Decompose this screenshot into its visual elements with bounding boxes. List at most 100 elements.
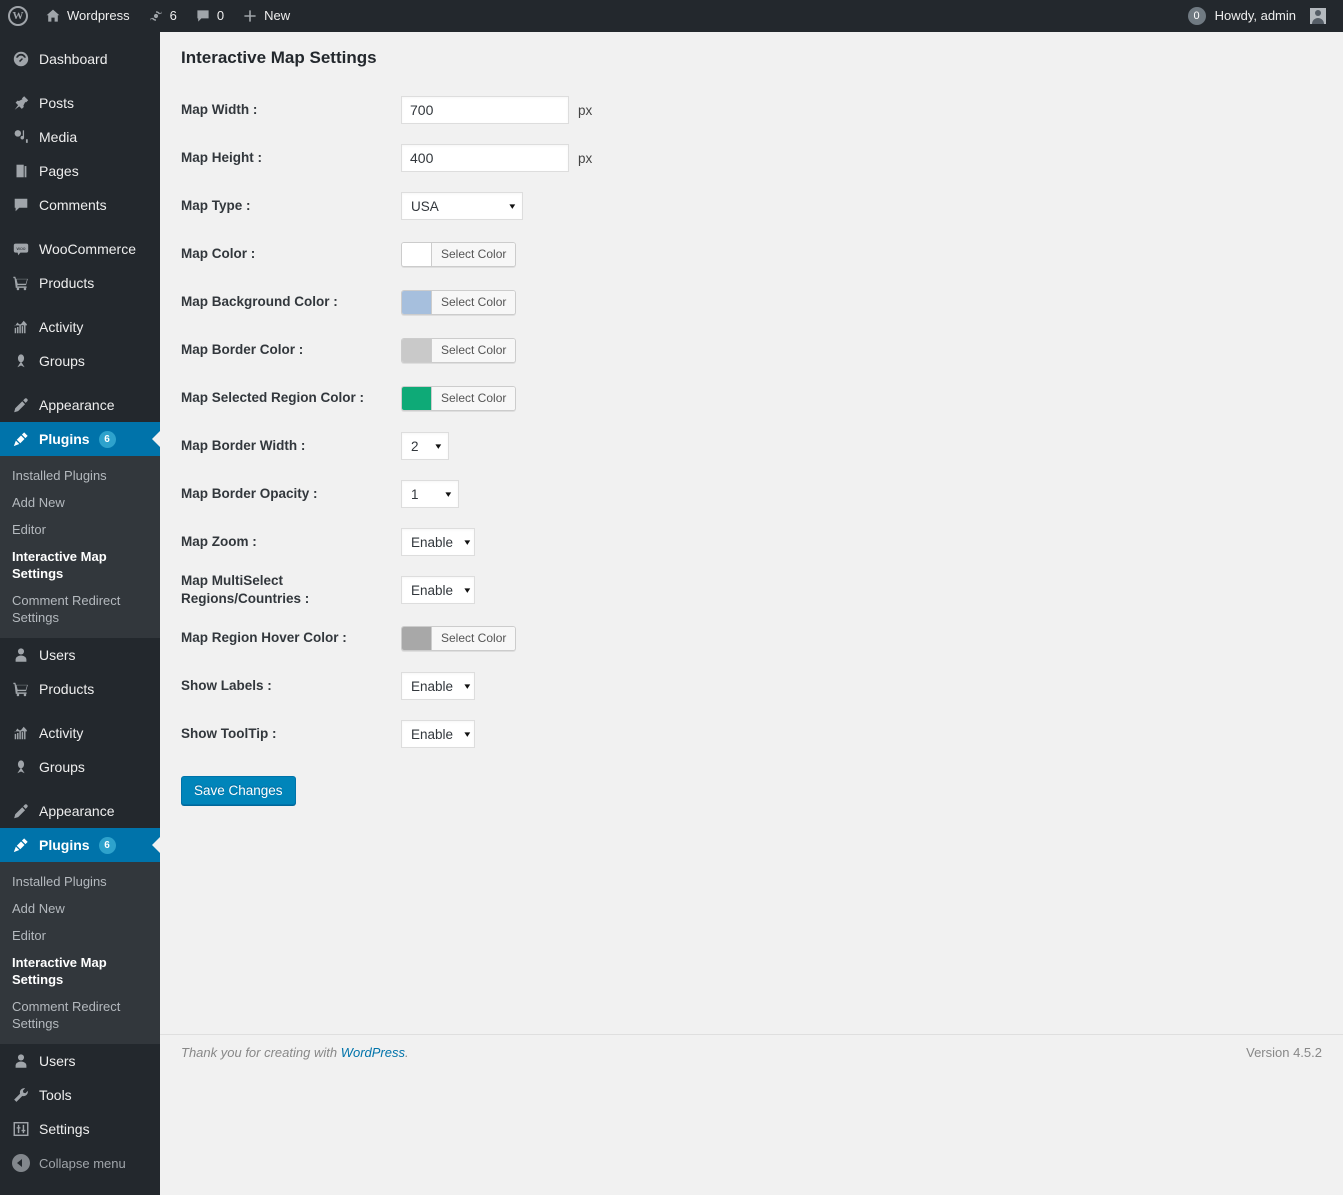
label-map-selected-region-color: Map Selected Region Color : [181, 390, 365, 405]
form-row-map-selected-region-color: Map Selected Region Color : Select Color [181, 374, 1343, 422]
map-multiselect-select[interactable]: Enable ▾ [401, 576, 475, 604]
sidebar-item-activity-2[interactable]: Activity [0, 716, 160, 750]
sidebar-item-label: Pages [39, 163, 79, 179]
sidebar-item-groups-2[interactable]: Groups [0, 750, 160, 784]
map-width-input[interactable] [401, 96, 569, 124]
save-changes-button[interactable]: Save Changes [181, 776, 296, 805]
map-color-picker[interactable]: Select Color [401, 241, 517, 267]
groups-icon [17, 760, 25, 774]
sidebar-item-plugins[interactable]: Plugins 6 [0, 422, 160, 456]
submenu-item-interactive-map-settings-2[interactable]: Interactive Map Settings [0, 949, 160, 993]
menu-separator [0, 76, 160, 86]
sidebar-item-pages[interactable]: Pages [0, 154, 160, 188]
map-zoom-select[interactable]: Enable ▾ [401, 528, 475, 556]
notification-count-badge[interactable]: 0 [1187, 7, 1206, 25]
sidebar-item-woocommerce[interactable]: woo WooCommerce [0, 232, 160, 266]
submenu-item-interactive-map-settings[interactable]: Interactive Map Settings [0, 543, 160, 587]
map-border-color-swatch [402, 338, 432, 362]
form-row-map-region-hover-color: Map Region Hover Color : Select Color [181, 614, 1343, 662]
sidebar-item-posts[interactable]: Posts [0, 86, 160, 120]
sidebar-item-media[interactable]: Media [0, 120, 160, 154]
map-region-hover-color-swatch [402, 626, 432, 650]
sidebar-item-label: Activity [39, 725, 84, 741]
sidebar-item-plugins-2[interactable]: Plugins 6 [0, 828, 160, 862]
label-map-zoom: Map Zoom : [181, 534, 257, 549]
collapse-arrow-icon [12, 1154, 30, 1172]
plug-icon [13, 838, 28, 853]
new-content-button[interactable]: New [233, 0, 299, 32]
form-row-show-labels: Show Labels : Enable ▾ [181, 662, 1343, 710]
map-region-hover-color-picker[interactable]: Select Color [401, 625, 517, 651]
sidebar-item-label: Appearance [39, 397, 115, 413]
sidebar-item-products[interactable]: Products [0, 266, 160, 300]
plugins-submenu: Installed Plugins Add New Editor Interac… [0, 456, 160, 638]
label-map-border-width: Map Border Width : [181, 438, 306, 453]
submenu-item-installed-plugins-2[interactable]: Installed Plugins [0, 868, 160, 895]
site-name-button[interactable]: Wordpress [36, 0, 139, 32]
label-map-multiselect: Map MultiSelect Regions/Countries : [181, 573, 310, 606]
sidebar-item-appearance[interactable]: Appearance [0, 388, 160, 422]
map-type-select[interactable]: USA ▾ [401, 192, 523, 220]
submenu-item-add-new[interactable]: Add New [0, 489, 160, 516]
label-map-border-color: Map Border Color : [181, 342, 304, 357]
collapse-menu-button[interactable]: Collapse menu [0, 1146, 160, 1180]
dashboard-icon [13, 51, 29, 67]
sidebar-item-label: Groups [39, 759, 85, 775]
sidebar-item-users[interactable]: Users [0, 638, 160, 672]
chevron-down-icon: ▾ [464, 728, 471, 739]
show-tooltip-select[interactable]: Enable ▾ [401, 720, 475, 748]
form-row-map-color: Map Color : Select Color [181, 230, 1343, 278]
sidebar-item-label: Plugins [39, 431, 90, 447]
user-icon [15, 1054, 27, 1068]
map-border-width-select[interactable]: 2 ▾ [401, 432, 449, 460]
map-background-color-picker[interactable]: Select Color [401, 289, 517, 315]
sidebar-item-label: Groups [39, 353, 85, 369]
sidebar-item-settings[interactable]: Settings [0, 1112, 160, 1146]
map-selected-region-color-swatch [402, 386, 432, 410]
wp-logo-button[interactable] [0, 0, 36, 32]
map-border-color-picker[interactable]: Select Color [401, 337, 517, 363]
sidebar-item-appearance-2[interactable]: Appearance [0, 794, 160, 828]
form-row-map-height: Map Height : px [181, 134, 1343, 182]
comment-bubble-icon [14, 198, 28, 212]
select-color-label: Select Color [432, 242, 516, 266]
menu-separator [0, 378, 160, 388]
map-selected-region-color-picker[interactable]: Select Color [401, 385, 517, 411]
updates-button[interactable]: 6 [139, 0, 186, 32]
sidebar-item-comments[interactable]: Comments [0, 188, 160, 222]
submenu-item-installed-plugins[interactable]: Installed Plugins [0, 462, 160, 489]
groups-icon [17, 354, 25, 368]
sidebar-item-tools[interactable]: Tools [0, 1078, 160, 1112]
sidebar-item-products-2[interactable]: Products [0, 672, 160, 706]
sidebar-item-label: Dashboard [39, 51, 108, 67]
label-map-background-color: Map Background Color : [181, 294, 338, 309]
user-icon [15, 648, 27, 662]
admin-sidebar: Dashboard Posts Media Pages Comments woo… [0, 32, 160, 1195]
footer-thankyou: Thank you for creating with WordPress. [181, 1045, 409, 1060]
show-labels-select[interactable]: Enable ▾ [401, 672, 475, 700]
howdy-menu[interactable]: Howdy, admin [1206, 0, 1335, 32]
submenu-item-editor[interactable]: Editor [0, 516, 160, 543]
submenu-item-comment-redirect-settings[interactable]: Comment Redirect Settings [0, 587, 160, 631]
submenu-item-comment-redirect-settings-2[interactable]: Comment Redirect Settings [0, 993, 160, 1037]
comments-button[interactable]: 0 [186, 0, 233, 32]
map-border-opacity-select[interactable]: 1 ▾ [401, 480, 459, 508]
sidebar-item-dashboard[interactable]: Dashboard [0, 42, 160, 76]
sidebar-item-users-2[interactable]: Users [0, 1044, 160, 1078]
sidebar-item-label: WooCommerce [39, 241, 136, 257]
wordpress-logo-icon [8, 6, 28, 26]
form-row-map-background-color: Map Background Color : Select Color [181, 278, 1343, 326]
map-multiselect-value: Enable [411, 582, 454, 598]
unit-px: px [578, 102, 593, 118]
chevron-down-icon: ▾ [464, 680, 471, 691]
admin-bar-right: 0 Howdy, admin [1187, 0, 1343, 32]
submenu-item-add-new-2[interactable]: Add New [0, 895, 160, 922]
form-row-map-multiselect: Map MultiSelect Regions/Countries : Enab… [181, 566, 1343, 614]
sidebar-item-groups[interactable]: Groups [0, 344, 160, 378]
wordpress-link[interactable]: WordPress [341, 1045, 405, 1060]
sidebar-item-activity[interactable]: Activity [0, 310, 160, 344]
footer-thankyou-suffix: . [405, 1045, 409, 1060]
map-height-input[interactable] [401, 144, 569, 172]
updates-count: 6 [169, 8, 177, 23]
submenu-item-editor-2[interactable]: Editor [0, 922, 160, 949]
